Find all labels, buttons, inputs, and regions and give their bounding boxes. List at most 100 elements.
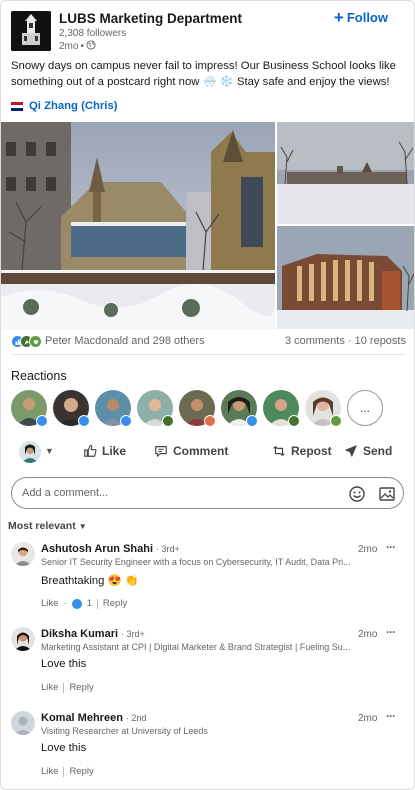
like-badge-icon <box>246 415 258 427</box>
comment-reply-button[interactable]: Reply <box>69 682 93 693</box>
post-text: Snowy days on campus never fail to impre… <box>11 60 396 88</box>
like-button[interactable]: Like <box>83 444 126 458</box>
send-label: Send <box>363 444 393 458</box>
comments-reposts-count[interactable]: 3 comments · 10 reposts <box>285 335 406 347</box>
comment-actions: Like · 1 Reply <box>41 598 127 609</box>
follow-label: Follow <box>346 10 388 25</box>
speech-bubble-icon <box>155 446 167 457</box>
reactor-avatars: ... <box>11 390 383 427</box>
commenter-headline: Senior IT Security Engineer with a focus… <box>41 557 351 567</box>
post-card: LUBS Marketing Department 2,308 follower… <box>0 0 415 790</box>
comment-label: Comment <box>173 444 229 458</box>
comment-like-button[interactable]: Like <box>41 682 58 693</box>
commenter-name-text: Komal Mehreen <box>41 712 123 724</box>
mention-name: Qi Zhang (Chris) <box>29 100 118 112</box>
comment-text: Breathtaking 😍 👏 <box>41 575 139 587</box>
follow-button[interactable]: + Follow <box>333 7 388 27</box>
photo-main[interactable] <box>1 122 275 329</box>
ellipsis-icon[interactable]: ··· <box>386 540 396 554</box>
more-reactors-button[interactable]: ... <box>347 390 383 426</box>
follower-count: 2,308 followers <box>59 28 127 39</box>
comment-like-button[interactable]: Like <box>41 598 58 609</box>
current-user-avatar[interactable] <box>19 441 41 463</box>
reactor-avatar[interactable] <box>179 390 216 427</box>
ellipsis-icon[interactable]: ··· <box>386 625 396 639</box>
comment-like-count[interactable]: 1 <box>87 598 92 609</box>
commenter-avatar[interactable] <box>11 542 35 566</box>
thumbs-up-icon <box>84 444 97 457</box>
org-name[interactable]: LUBS Marketing Department <box>59 11 242 26</box>
love-badge-icon <box>204 415 216 427</box>
comment-input-box <box>11 477 404 509</box>
post-header: LUBS Marketing Department 2,308 follower… <box>11 9 406 53</box>
like-badge-icon <box>120 415 132 427</box>
comment-reply-button[interactable]: Reply <box>69 766 93 777</box>
smiley-icon[interactable] <box>348 485 366 503</box>
commenter-avatar[interactable] <box>11 627 35 651</box>
celebrate-badge-icon <box>162 415 174 427</box>
commenter-avatar[interactable] <box>11 711 35 735</box>
repost-arrows-icon <box>273 446 285 456</box>
commenter-name-text: Diksha Kumari <box>41 628 119 640</box>
reactor-avatar[interactable] <box>53 390 90 427</box>
comment-actions: Like Reply <box>41 766 94 777</box>
ellipsis-icon[interactable]: ··· <box>386 709 396 723</box>
comment-reply-button[interactable]: Reply <box>103 598 127 609</box>
comment-like-button[interactable]: Like <box>41 766 58 777</box>
sort-label: Most relevant <box>8 520 76 532</box>
paper-plane-icon <box>345 445 357 457</box>
divider <box>96 598 98 609</box>
reactor-avatar[interactable] <box>263 390 300 427</box>
reactor-avatar[interactable] <box>11 390 48 427</box>
photo-bottom-right[interactable] <box>277 226 414 329</box>
mention-link[interactable]: Qi Zhang (Chris) <box>11 100 118 112</box>
send-button[interactable]: Send <box>344 444 392 458</box>
connection-degree: · 3rd+ <box>156 544 180 554</box>
chevron-down-icon[interactable]: ▼ <box>45 446 54 456</box>
like-badge-icon <box>78 415 90 427</box>
repost-button[interactable]: Repost <box>272 444 332 458</box>
image-icon[interactable] <box>378 485 396 503</box>
commenter-name[interactable]: Diksha Kumari · 3rd+ <box>41 628 145 640</box>
reactions-heading: Reactions <box>11 369 67 383</box>
meta-separator: • <box>80 41 84 52</box>
like-label: Like <box>102 444 127 458</box>
reactor-avatar[interactable] <box>305 390 342 427</box>
post-action-bar: ▼ Like Comment Repost Send <box>11 441 406 465</box>
plus-icon: + <box>333 7 344 27</box>
support-reaction-icon <box>29 335 42 348</box>
post-meta: 2mo • <box>59 40 96 53</box>
repost-label: Repost <box>291 444 332 458</box>
comment-time: 2mo <box>358 544 378 555</box>
commenter-name[interactable]: Ashutosh Arun Shahi · 3rd+ <box>41 543 180 555</box>
divider <box>63 766 65 777</box>
comment-sort-dropdown[interactable]: Most relevant ▼ <box>8 520 87 532</box>
caret-down-icon: ▼ <box>78 521 87 531</box>
reactor-avatar[interactable] <box>221 390 258 427</box>
photo-top-right[interactable] <box>277 122 414 224</box>
reactor-avatar[interactable] <box>137 390 174 427</box>
divider <box>63 682 65 693</box>
comment-time: 2mo <box>358 629 378 640</box>
org-logo[interactable] <box>11 11 51 51</box>
comment-button[interactable]: Comment <box>154 444 228 458</box>
post-time: 2mo <box>59 41 79 52</box>
like-reaction-icon <box>71 598 82 609</box>
divider <box>11 354 406 355</box>
commenter-name[interactable]: Komal Mehreen · 2nd <box>41 712 146 724</box>
connection-degree: · 3rd+ <box>121 629 145 639</box>
comment-input[interactable] <box>22 484 322 502</box>
social-counts: Peter Macdonald and 298 others 3 comment… <box>11 333 406 351</box>
reaction-icon-stack <box>11 335 42 348</box>
like-count-separator: · <box>63 598 67 609</box>
commenter-headline: Visiting Researcher at University of Lee… <box>41 726 208 736</box>
uk-flag-icon <box>11 101 23 111</box>
reactor-avatar[interactable] <box>95 390 132 427</box>
globe-icon <box>86 40 96 53</box>
reactor-names[interactable]: Peter Macdonald and 298 others <box>45 335 205 347</box>
celebrate-badge-icon <box>288 415 300 427</box>
commenter-name-text: Ashutosh Arun Shahi <box>41 543 154 555</box>
connection-degree: · 2nd <box>125 713 147 723</box>
comment-text: Love this <box>41 742 87 754</box>
commenter-headline: Marketing Assistant at CPI | Digital Mar… <box>41 642 351 652</box>
